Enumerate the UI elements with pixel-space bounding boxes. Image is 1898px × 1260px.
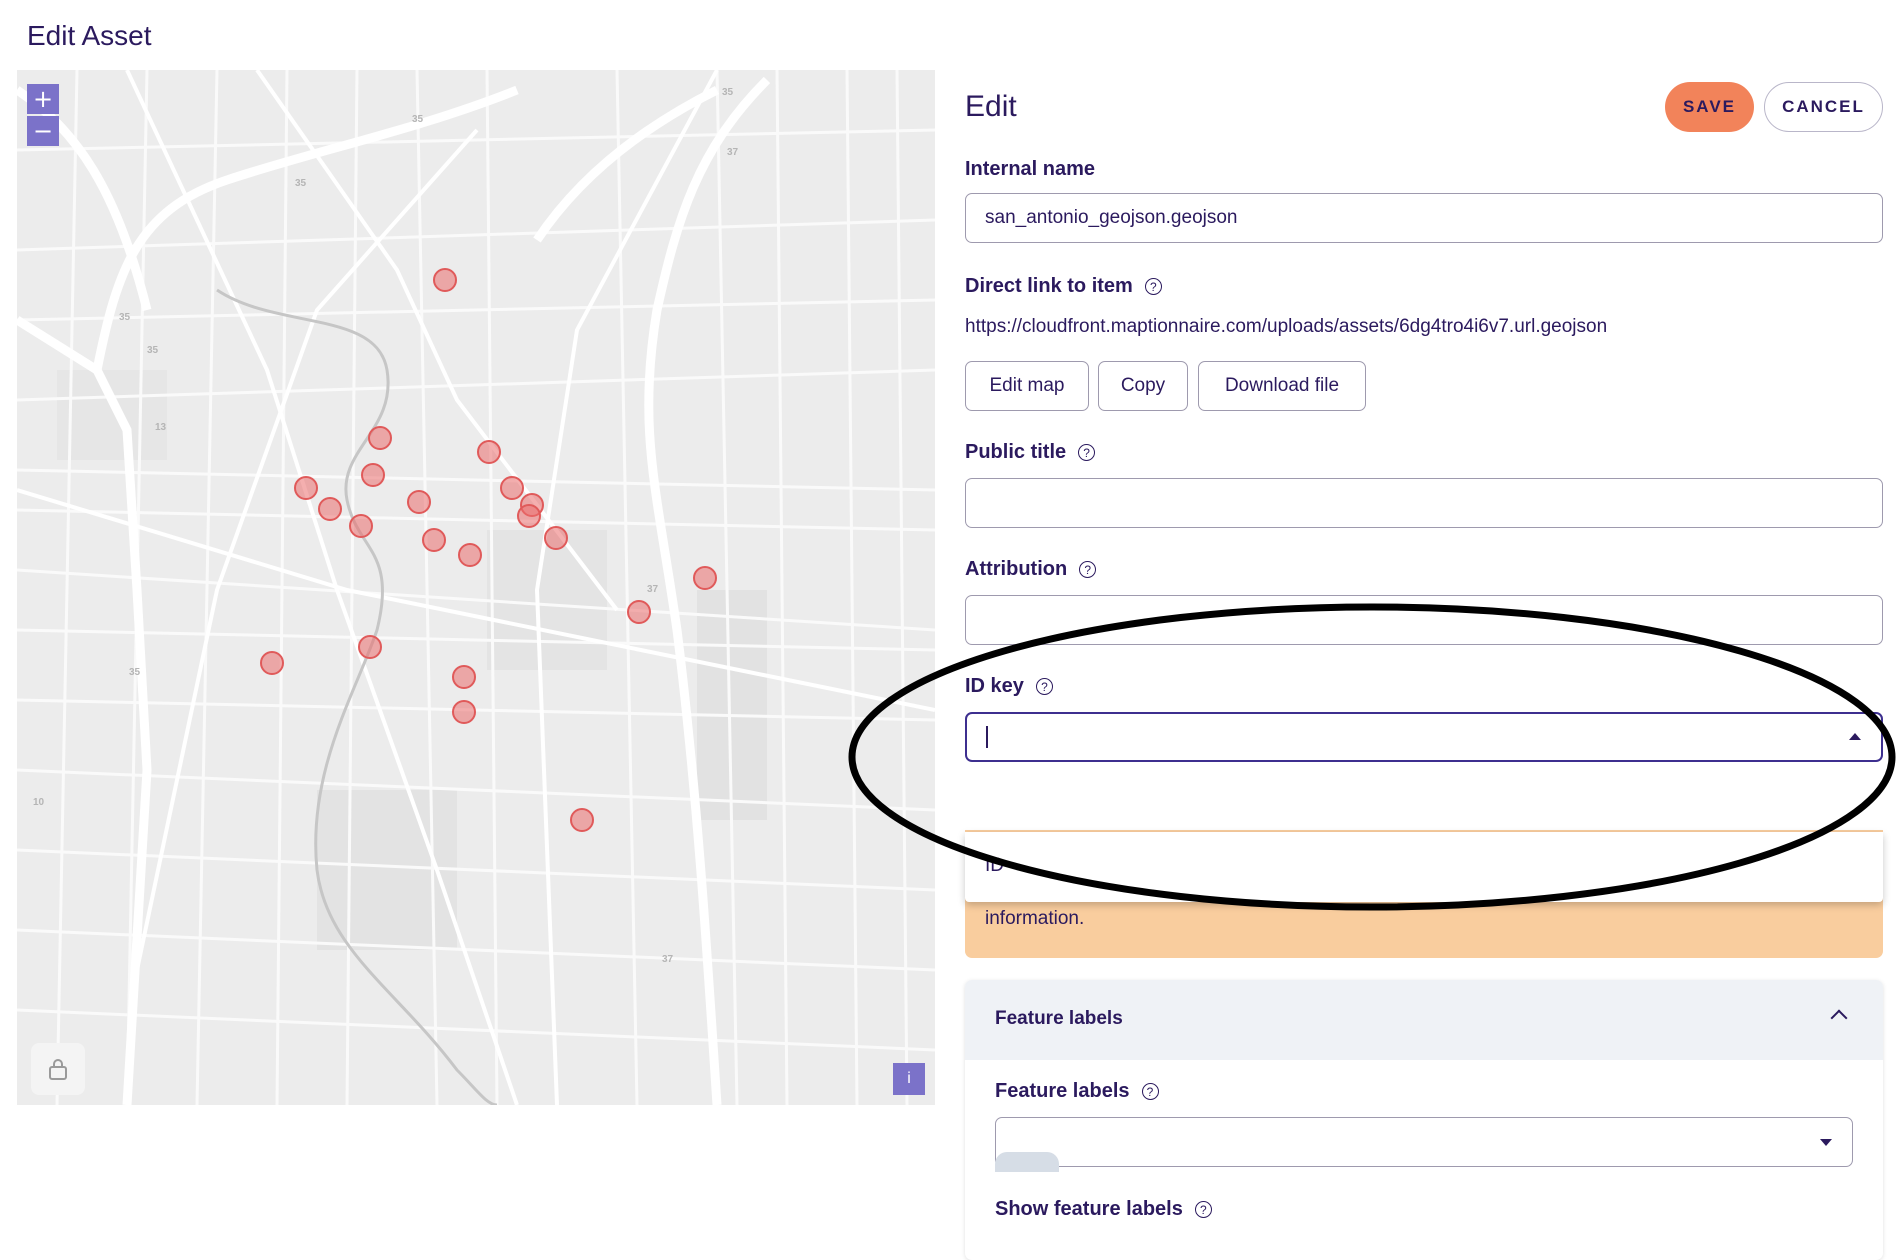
lock-icon xyxy=(49,1059,67,1080)
direct-link-url: https://cloudfront.maptionnaire.com/uplo… xyxy=(965,316,1608,337)
map-marker[interactable] xyxy=(318,497,342,521)
svg-text:35: 35 xyxy=(129,667,141,678)
show-feature-labels-label-text: Show feature labels xyxy=(995,1198,1183,1220)
save-button[interactable]: SAVE xyxy=(1665,82,1754,132)
attribution-input[interactable] xyxy=(965,595,1883,645)
map-view[interactable]: 35 35 37 35 37 37 35 35 13 35 10 + − i xyxy=(17,70,935,1105)
help-icon[interactable]: ? xyxy=(1078,444,1096,461)
id-key-select[interactable] xyxy=(965,712,1883,762)
accordion-title: Feature labels xyxy=(995,1008,1123,1029)
internal-name-label-text: Internal name xyxy=(965,158,1096,180)
help-icon[interactable]: ? xyxy=(1194,1201,1212,1218)
copy-button[interactable]: Copy xyxy=(1098,361,1188,411)
warning-text: information. xyxy=(985,908,1085,929)
map-marker[interactable] xyxy=(358,635,382,659)
internal-name-input[interactable]: san_antonio_geojson.geojson xyxy=(965,193,1883,243)
map-marker[interactable] xyxy=(294,476,318,500)
direct-link-label: Direct link to item ? xyxy=(965,275,1162,298)
attribution-label: Attribution ? xyxy=(965,558,1097,581)
help-icon[interactable]: ? xyxy=(1079,561,1097,578)
page-title: Edit Asset xyxy=(27,20,152,51)
zoom-out-button[interactable]: − xyxy=(27,116,59,146)
zoom-control: + − xyxy=(27,84,59,146)
download-file-button[interactable]: Download file xyxy=(1198,361,1366,411)
map-marker[interactable] xyxy=(407,490,431,514)
map-info-button[interactable]: i xyxy=(893,1063,925,1095)
svg-text:37: 37 xyxy=(647,584,659,595)
accordion-header[interactable]: Feature labels xyxy=(965,980,1883,1060)
map-marker[interactable] xyxy=(452,700,476,724)
map-marker[interactable] xyxy=(477,440,501,464)
lock-button[interactable] xyxy=(31,1043,85,1095)
internal-name-value: san_antonio_geojson.geojson xyxy=(985,207,1238,228)
id-key-label: ID key ? xyxy=(965,675,1053,698)
caret-down-icon[interactable] xyxy=(1820,1139,1832,1146)
feature-labels-label-text: Feature labels xyxy=(995,1080,1130,1102)
map-marker[interactable] xyxy=(452,665,476,689)
public-title-label: Public title ? xyxy=(965,441,1096,464)
help-icon[interactable]: ? xyxy=(1035,678,1053,695)
internal-name-label: Internal name xyxy=(965,158,1095,181)
map-marker[interactable] xyxy=(500,476,524,500)
map-marker[interactable] xyxy=(349,514,373,538)
svg-text:13: 13 xyxy=(155,422,167,433)
map-marker[interactable] xyxy=(433,268,457,292)
edit-title: Edit xyxy=(965,90,1017,123)
public-title-input[interactable] xyxy=(965,478,1883,528)
chevron-up-icon[interactable] xyxy=(1830,1009,1848,1027)
attribution-label-text: Attribution xyxy=(965,558,1068,580)
show-feature-labels-label: Show feature labels ? xyxy=(995,1198,1212,1221)
dropdown-option[interactable]: ID xyxy=(985,855,1004,877)
help-icon[interactable]: ? xyxy=(1141,1083,1159,1100)
highway-label: 35 xyxy=(412,114,424,125)
map-marker[interactable] xyxy=(544,526,568,550)
id-key-dropdown: ID xyxy=(965,832,1883,902)
svg-text:10: 10 xyxy=(33,797,45,808)
map-marker[interactable] xyxy=(260,651,284,675)
public-title-label-text: Public title xyxy=(965,441,1067,463)
map-marker[interactable] xyxy=(627,600,651,624)
svg-text:35: 35 xyxy=(295,178,307,189)
feature-labels-label: Feature labels ? xyxy=(995,1080,1159,1103)
map-marker[interactable] xyxy=(361,463,385,487)
map-marker[interactable] xyxy=(422,528,446,552)
edit-map-button[interactable]: Edit map xyxy=(965,361,1089,411)
zoom-in-button[interactable]: + xyxy=(27,84,59,114)
svg-text:35: 35 xyxy=(147,345,159,356)
text-cursor xyxy=(986,726,988,748)
map-marker[interactable] xyxy=(517,504,541,528)
direct-link-label-text: Direct link to item xyxy=(965,275,1133,297)
cancel-button[interactable]: CANCEL xyxy=(1764,82,1883,132)
svg-text:35: 35 xyxy=(119,312,131,323)
map-basemap: 35 35 37 35 37 37 35 35 13 35 10 xyxy=(17,70,935,1105)
help-icon[interactable]: ? xyxy=(1144,278,1162,295)
caret-up-icon[interactable] xyxy=(1849,733,1861,740)
svg-text:35: 35 xyxy=(722,87,734,98)
feature-labels-accordion: Feature labels Feature labels ? Show fea… xyxy=(965,980,1883,1260)
map-marker[interactable] xyxy=(693,566,717,590)
svg-text:37: 37 xyxy=(662,954,674,965)
map-marker[interactable] xyxy=(570,808,594,832)
map-marker[interactable] xyxy=(458,543,482,567)
svg-text:37: 37 xyxy=(727,147,739,158)
feature-labels-select[interactable] xyxy=(995,1117,1853,1167)
show-feature-labels-toggle[interactable] xyxy=(995,1152,1059,1172)
id-key-label-text: ID key xyxy=(965,675,1024,697)
map-marker[interactable] xyxy=(368,426,392,450)
